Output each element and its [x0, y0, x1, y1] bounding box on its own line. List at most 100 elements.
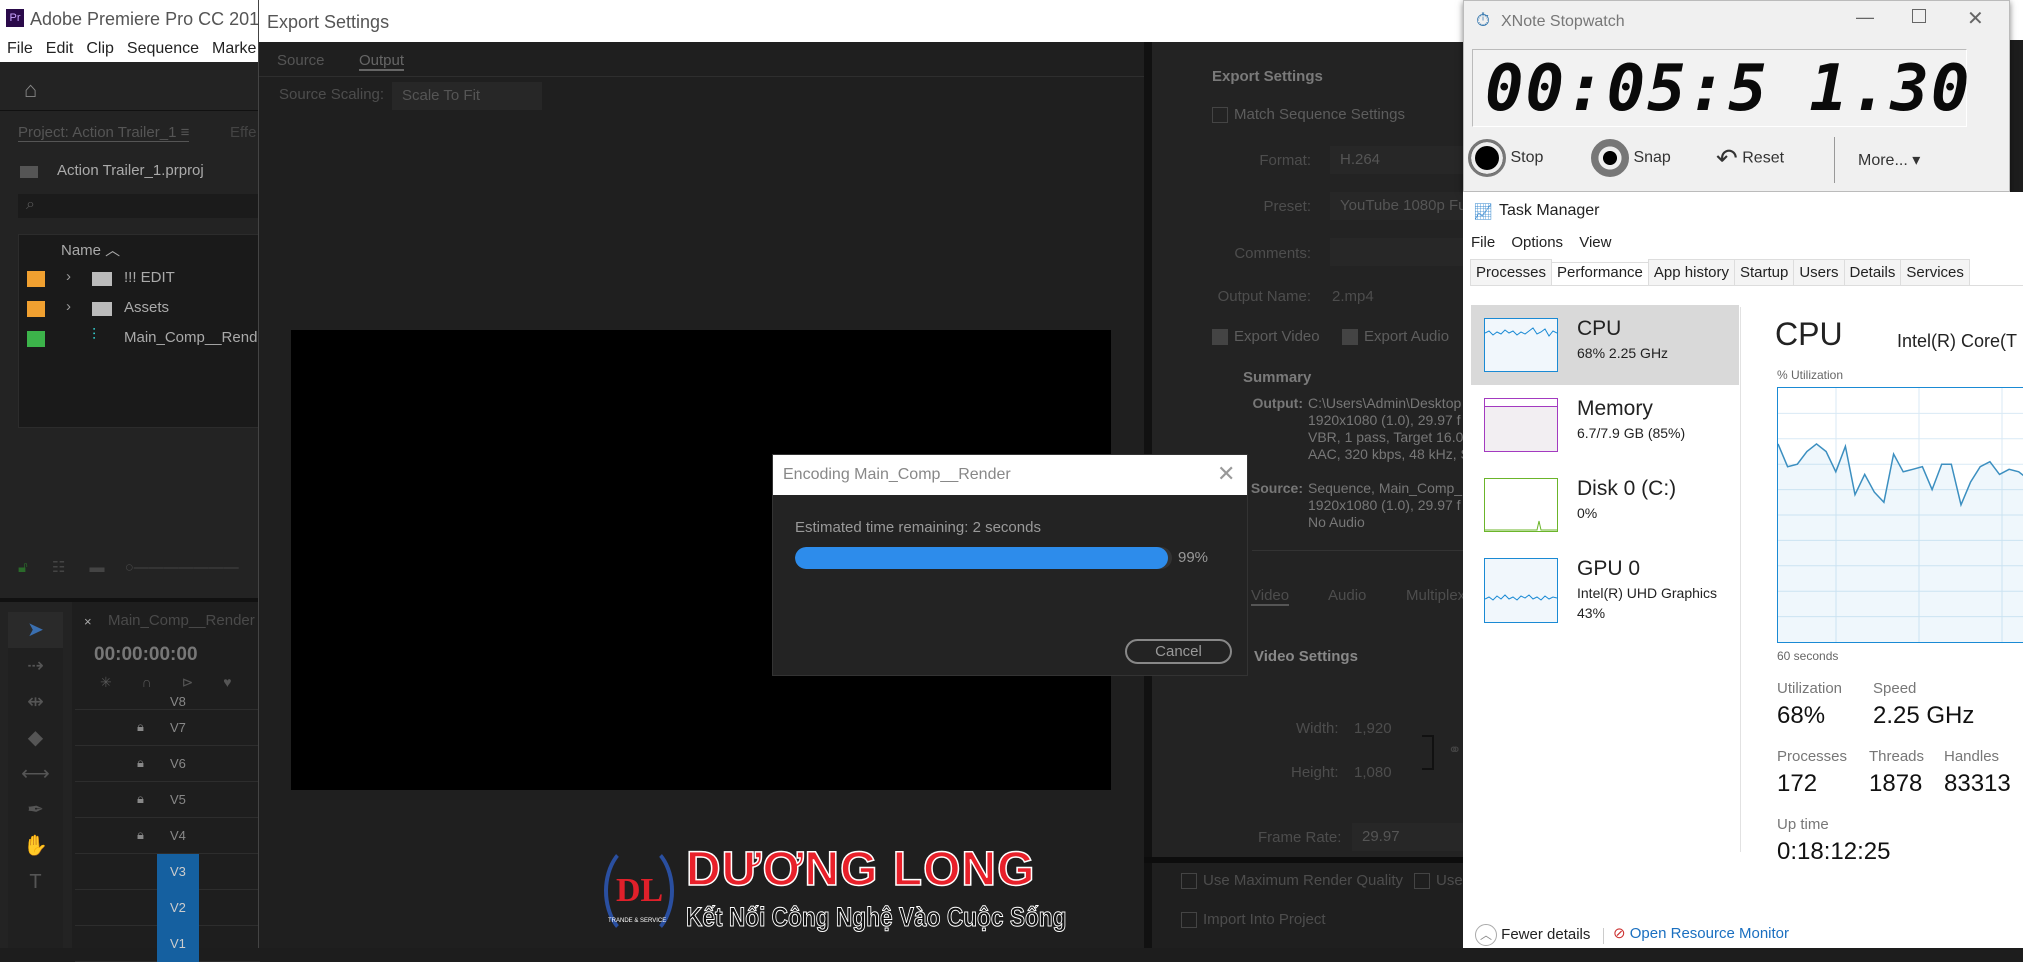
list-view-icon[interactable]: ☷ — [52, 559, 65, 576]
folder-icon — [92, 302, 112, 316]
razor-icon[interactable]: ◆ — [8, 720, 63, 756]
track-v6: 🔒︎ V6 — [75, 746, 260, 782]
maximize-button[interactable] — [1912, 9, 1926, 23]
minimize-button[interactable]: — — [1856, 7, 1874, 28]
list-item[interactable]: › Assets — [0, 294, 260, 324]
home-icon[interactable]: ⌂ — [24, 77, 37, 103]
close-button[interactable]: ✕ — [1967, 6, 1984, 31]
menu-edit[interactable]: Edit — [46, 40, 74, 57]
open-resource-monitor-link[interactable]: ⊘ Open Resource Monitor — [1613, 924, 1789, 942]
stopwatch-time: 00:05:5 1.30 — [1485, 52, 1972, 126]
max-render-quality-checkbox[interactable]: Use Maximum Render Quality — [1181, 872, 1403, 890]
width-value[interactable]: 1,920 — [1354, 720, 1392, 737]
slip-icon[interactable]: ⟷ — [8, 756, 63, 792]
source-scaling-label: Source Scaling: — [279, 86, 385, 103]
panel-menu-icon[interactable]: ≡ — [181, 124, 190, 141]
fewer-details-button[interactable]: ︿ Fewer details — [1475, 924, 1590, 946]
reset-icon: ↶ — [1716, 143, 1738, 173]
menu-clip[interactable]: Clip — [86, 40, 114, 57]
name-column-header[interactable]: Name ︿ — [61, 239, 120, 260]
tab-effects[interactable]: Effe — [230, 124, 256, 141]
expand-icon[interactable]: › — [66, 298, 71, 315]
comments-input[interactable] — [1330, 238, 1466, 266]
tab-source[interactable]: Source — [277, 52, 325, 69]
list-item[interactable]: ⫶ Main_Comp__Render — [0, 324, 271, 354]
height-value[interactable]: 1,080 — [1354, 764, 1392, 781]
track-select-icon[interactable]: ⇢ — [8, 648, 63, 684]
track-v1[interactable]: V1 — [75, 926, 260, 962]
close-tab-icon[interactable]: × — [84, 614, 92, 629]
tab-app-history[interactable]: App history — [1647, 259, 1735, 285]
chain-link-icon[interactable]: ⚭ — [1448, 740, 1461, 760]
track-v8: V8 — [75, 694, 260, 710]
tab-audio[interactable]: Audio — [1328, 587, 1366, 604]
tab-startup[interactable]: Startup — [1733, 259, 1795, 285]
format-select[interactable]: H.264 — [1330, 146, 1466, 174]
project-file-name: Action Trailer_1.prproj — [57, 162, 204, 179]
match-sequence-checkbox[interactable]: Match Sequence Settings — [1212, 106, 1405, 124]
close-icon[interactable]: ✕ — [1217, 461, 1235, 487]
use-previews-checkbox[interactable]: Use — [1414, 872, 1463, 890]
watermark-slogan: Kết Nối Công Nghệ Vào Cuộc Sống — [686, 902, 1067, 933]
selection-tool-icon[interactable]: ➤ — [8, 612, 63, 648]
tab-video[interactable]: Video — [1251, 587, 1290, 606]
menu-markers[interactable]: Marke — [212, 40, 256, 57]
ripple-edit-icon[interactable]: ⇹ — [8, 684, 63, 720]
track-v3[interactable]: V3 — [75, 854, 260, 890]
menu-options[interactable]: Options — [1511, 234, 1563, 251]
stopwatch-title: XNote Stopwatch — [1501, 13, 1625, 30]
track-v2[interactable]: V2 — [75, 890, 260, 926]
tab-output[interactable]: Output — [359, 52, 405, 71]
icon-view-icon[interactable]: ▬ — [90, 559, 105, 576]
lock-icon[interactable]: 🔓︎ — [18, 559, 28, 576]
menu-view[interactable]: View — [1579, 234, 1611, 251]
gpu-mini-graph — [1484, 558, 1558, 623]
menu-sequence[interactable]: Sequence — [127, 40, 199, 57]
resource-gpu[interactable]: GPU 0 Intel(R) UHD Graphics 43% — [1471, 545, 1739, 635]
menu-file[interactable]: File — [7, 40, 33, 57]
list-item[interactable]: ›!!! EDIT — [0, 264, 260, 294]
reset-button[interactable]: ↶ Reset — [1716, 143, 1784, 174]
hand-icon[interactable]: ✋ — [8, 828, 63, 864]
tab-users[interactable]: Users — [1793, 259, 1845, 285]
tab-multiplexer[interactable]: Multiplex — [1406, 587, 1465, 604]
resource-cpu[interactable]: CPU 68% 2.25 GHz — [1471, 305, 1739, 385]
preset-select[interactable]: YouTube 1080p Fu — [1330, 192, 1466, 220]
timeline-timecode[interactable]: 00:00:00:00 — [94, 644, 198, 666]
tab-details[interactable]: Details — [1843, 259, 1902, 285]
type-tool-icon[interactable]: T — [8, 864, 63, 900]
import-into-project-checkbox[interactable]: Import Into Project — [1181, 911, 1326, 929]
project-search-input[interactable]: ⌕ — [18, 194, 260, 218]
more-dropdown[interactable]: More... ▾ — [1858, 150, 1920, 170]
stop-button[interactable]: Stop — [1468, 139, 1543, 177]
tab-services[interactable]: Services — [1900, 259, 1970, 285]
track-v7: 🔒︎ V7 — [75, 710, 260, 746]
tab-processes[interactable]: Processes — [1470, 259, 1553, 285]
tab-performance[interactable]: Performance — [1551, 262, 1649, 285]
pen-icon[interactable]: ✒ — [8, 792, 63, 828]
menu-file[interactable]: File — [1471, 234, 1495, 251]
frame-rate-select[interactable]: 29.97 — [1352, 823, 1466, 851]
stopwatch-display: 00:05:5 1.30 — [1472, 49, 1972, 127]
stopwatch-window: ⏱ XNote Stopwatch — ✕ 00:05:5 1.30 Stop … — [1463, 0, 2010, 192]
resource-disk[interactable]: Disk 0 (C:) 0% — [1471, 465, 1739, 545]
encoding-dialog: Encoding Main_Comp__Render ✕ Estimated t… — [772, 454, 1248, 676]
cancel-button[interactable]: Cancel — [1125, 639, 1232, 664]
zoom-slider[interactable]: ○——————— — [125, 559, 239, 576]
tools-panel: ➤ ⇢ ⇹ ◆ ⟷ ✒ ✋ T — [8, 612, 63, 948]
cpu-area — [1778, 443, 2023, 642]
resource-memory[interactable]: Memory 6.7/7.9 GB (85%) — [1471, 385, 1739, 465]
output-name-link[interactable]: 2.mp4 — [1332, 288, 1374, 305]
lock-icon: 🔒︎ — [137, 791, 144, 806]
source-scaling-select[interactable]: Scale To Fit — [392, 82, 542, 110]
memory-mini-graph — [1484, 398, 1558, 452]
export-video-checkbox[interactable]: Export Video — [1212, 328, 1320, 346]
export-audio-checkbox[interactable]: Export Audio — [1342, 328, 1449, 346]
expand-icon[interactable]: › — [66, 268, 71, 285]
summary-source-label: Source: — [1250, 480, 1303, 496]
tab-project[interactable]: Project: Action Trailer_1 ≡ — [18, 124, 190, 142]
timeline-tab[interactable]: Main_Comp__Render — [108, 612, 255, 629]
snap-button[interactable]: Snap — [1591, 139, 1671, 177]
watermark-logo: DL TRANDE & SERVICE DƯƠNG LONG Kết Nối C… — [604, 842, 1067, 942]
label-color — [27, 271, 45, 287]
